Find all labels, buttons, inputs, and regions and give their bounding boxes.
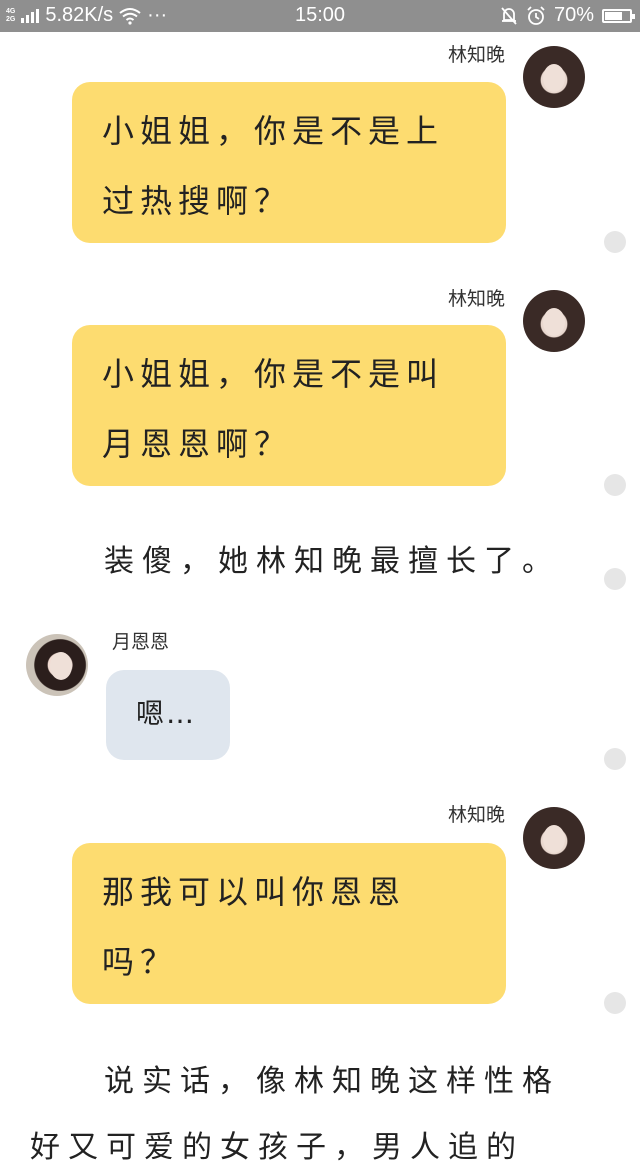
mute-bell-icon (501, 6, 517, 25)
sender-avatar[interactable] (523, 46, 585, 108)
alarm-icon (527, 5, 545, 25)
message-bubble[interactable]: 小姐姐，你是不是叫 月恩恩啊？ (72, 325, 506, 486)
read-status-dot (604, 992, 626, 1014)
sender-name: 林知晚 (447, 288, 505, 310)
message-line: 小姐姐，你是不是叫 (102, 355, 445, 393)
narration-text: 说实话，像林知晚这样性格 (104, 1064, 560, 1099)
narration-text: 装傻，她林知晚最擅长了。 (104, 544, 560, 579)
message-bubble[interactable]: 那我可以叫你恩恩 吗？ (72, 843, 506, 1004)
message-line: 嗯… (136, 697, 197, 730)
battery-fill (605, 11, 622, 20)
sender-avatar[interactable] (523, 290, 585, 352)
status-right: 70% (500, 4, 635, 27)
sender-avatar[interactable] (26, 634, 88, 696)
message-line: 那我可以叫你恩恩 (102, 873, 407, 911)
battery-icon (602, 8, 635, 23)
read-status-dot (604, 231, 626, 253)
narration-text: 好又可爱的女孩子，男人追的 (30, 1130, 524, 1165)
battery-percent: 70% (553, 4, 594, 26)
sender-name: 林知晚 (447, 804, 505, 826)
message-line: 小姐姐，你是不是上 (102, 112, 445, 150)
message-line: 过热搜啊？ (102, 182, 293, 220)
message-bubble[interactable]: 嗯… (106, 670, 230, 760)
message-line: 吗？ (102, 943, 179, 981)
sender-name: 月恩恩 (112, 631, 170, 653)
message-line: 月恩恩啊？ (102, 425, 293, 463)
read-status-dot (604, 568, 626, 590)
sender-name: 林知晚 (447, 44, 505, 66)
read-status-dot (604, 474, 626, 496)
sender-avatar[interactable] (523, 807, 585, 869)
message-bubble[interactable]: 小姐姐，你是不是上 过热搜啊？ (72, 82, 506, 243)
status-bar: 4G 2G 5.82K/s ··· 15:00 70% (0, 0, 640, 32)
read-status-dot (604, 748, 626, 770)
